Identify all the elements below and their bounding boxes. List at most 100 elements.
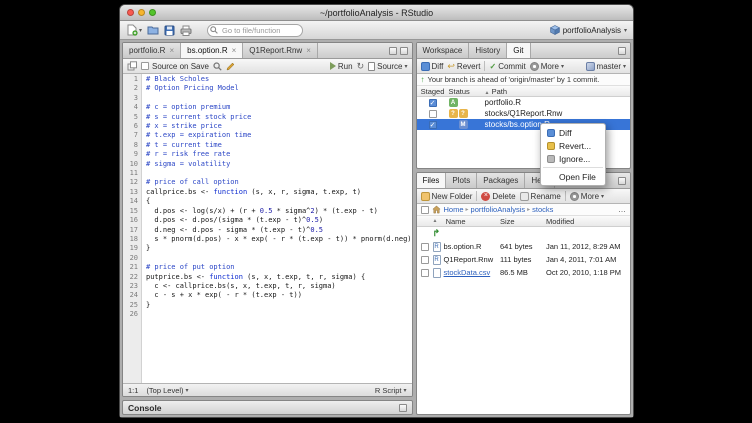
project-dropdown-icon[interactable]: ▾ (624, 27, 627, 34)
toolbar-separator (565, 191, 566, 201)
select-all-checkbox[interactable] (421, 206, 429, 214)
file-name-link[interactable]: stockData.csv (444, 268, 491, 277)
maximize-pane-icon[interactable] (618, 47, 626, 55)
tab-history[interactable]: History (469, 43, 507, 58)
breadcrumb-item[interactable]: stocks (532, 205, 553, 214)
source-tab[interactable]: portfolio.R× (123, 43, 181, 58)
source-button[interactable]: Source ▾ (368, 62, 407, 71)
menu-item-open-file[interactable]: Open File (541, 170, 605, 183)
tab-packages[interactable]: Packages (477, 173, 525, 188)
staged-checkbox[interactable]: ✓ (429, 121, 437, 129)
menu-item-ignore[interactable]: Ignore... (541, 152, 605, 165)
find-icon[interactable] (213, 62, 222, 71)
path-more-button[interactable]: … (618, 205, 626, 214)
maximize-pane-icon[interactable] (618, 177, 626, 185)
branch-name: master (597, 62, 621, 71)
zoom-window-button[interactable] (149, 9, 156, 16)
column-modified[interactable]: Modified (546, 217, 630, 226)
parent-directory-row[interactable]: ↱ (417, 227, 630, 240)
new-file-dropdown-icon[interactable]: ▾ (139, 27, 142, 34)
column-staged[interactable]: Staged (417, 87, 449, 96)
git-file-row[interactable]: ??stocks/Q1Report.Rnw (417, 108, 630, 119)
column-status[interactable]: Status (449, 87, 485, 96)
source-tab[interactable]: Q1Report.Rnw× (243, 43, 318, 58)
commit-button[interactable]: ✓ Commit (489, 62, 525, 71)
file-row[interactable]: Rbs.option.R641 bytesJan 11, 2012, 8:29 … (417, 240, 630, 253)
branch-dropdown-icon[interactable]: ▾ (623, 63, 626, 70)
console-pane-header[interactable]: Console (122, 400, 413, 415)
new-file-button[interactable]: ▾ (126, 24, 142, 36)
file-name-link[interactable]: Q1Report.Rnw (444, 255, 494, 264)
column-size[interactable]: Size (500, 217, 546, 226)
close-window-button[interactable] (127, 9, 134, 16)
breadcrumb-item[interactable]: portfolioAnalysis (471, 205, 526, 214)
file-checkbox[interactable] (421, 269, 429, 277)
files-more-button[interactable]: More ▾ (570, 192, 604, 201)
minimize-pane-icon[interactable] (389, 47, 397, 55)
open-file-button[interactable] (147, 24, 159, 36)
code-tools-icon[interactable] (226, 62, 235, 71)
menu-item-diff[interactable]: Diff (541, 126, 605, 139)
diff-button[interactable]: Diff (421, 62, 444, 71)
branch-selector[interactable]: master ▾ (586, 62, 626, 71)
git-more-button[interactable]: More ▾ (530, 62, 564, 71)
tab-git[interactable]: Git (507, 43, 530, 58)
column-name[interactable]: ▲ Name (433, 217, 500, 226)
goto-file-input[interactable] (207, 24, 303, 37)
file-modified: Jan 4, 2011, 7:01 AM (546, 255, 630, 264)
staged-checkbox[interactable] (429, 110, 437, 118)
file-type-selector[interactable]: R Script ▾ (375, 386, 407, 395)
minimize-window-button[interactable] (138, 9, 145, 16)
staged-checkbox[interactable]: ✓ (429, 99, 437, 107)
rerun-icon[interactable]: ↻ (357, 62, 365, 71)
file-name-link[interactable]: bs.option.R (444, 242, 482, 251)
tab-plots[interactable]: Plots (446, 173, 477, 188)
run-button[interactable]: Run (330, 62, 353, 71)
expand-console-icon[interactable] (399, 404, 407, 412)
popout-icon[interactable] (127, 61, 137, 71)
tab-files[interactable]: Files (417, 173, 447, 188)
ahead-icon: ↑ (421, 75, 425, 84)
path-breadcrumb: Home▸portfolioAnalysis▸stocks … (417, 204, 630, 216)
source-tab[interactable]: bs.option.R× (181, 43, 243, 58)
up-directory-icon[interactable]: ↱ (433, 229, 441, 238)
close-tab-icon[interactable]: × (232, 46, 237, 55)
code-editor[interactable]: 1234567891011121314151617181920212223242… (123, 74, 412, 383)
file-row[interactable]: stockData.csv86.5 MBOct 20, 2010, 1:18 P… (417, 266, 630, 279)
breadcrumb-item[interactable]: Home (444, 205, 464, 214)
window-titlebar[interactable]: ~/portfolioAnalysis - RStudio (120, 5, 633, 21)
git-table-header: Staged Status ▲ Path (417, 86, 630, 97)
print-button[interactable] (180, 25, 192, 36)
run-icon (330, 62, 336, 70)
cursor-position: 1:1 (128, 386, 138, 395)
file-checkbox[interactable] (421, 256, 429, 264)
git-file-row[interactable]: ✓Aportfolio.R (417, 97, 630, 108)
more-dropdown-icon[interactable]: ▾ (561, 63, 564, 70)
close-tab-icon[interactable]: × (169, 46, 174, 55)
new-folder-button[interactable]: New Folder (421, 192, 473, 201)
source-on-save-checkbox[interactable]: Source on Save (141, 62, 209, 71)
project-selector[interactable]: portfolioAnalysis ▾ (550, 25, 627, 35)
goto-file-search[interactable] (207, 24, 303, 37)
git-status-icon: A (449, 98, 458, 107)
file-row[interactable]: RQ1Report.Rnw111 bytesJan 4, 2011, 7:01 … (417, 253, 630, 266)
tab-workspace[interactable]: Workspace (417, 43, 470, 58)
project-name: portfolioAnalysis (563, 26, 621, 35)
source-dropdown-icon[interactable]: ▾ (405, 63, 408, 70)
checkbox-icon[interactable] (141, 62, 149, 70)
files-more-dropdown-icon[interactable]: ▾ (601, 193, 604, 200)
delete-button[interactable]: × Delete (481, 192, 515, 201)
rename-button[interactable]: Rename (520, 192, 561, 201)
column-path[interactable]: ▲ Path (485, 87, 630, 96)
git-status-icon: ? (449, 109, 458, 118)
save-button[interactable] (164, 25, 175, 36)
code-content[interactable]: # Black Scholes# Option Pricing Model # … (142, 74, 412, 383)
file-type-dropdown-icon[interactable]: ▾ (404, 387, 407, 394)
file-checkbox[interactable] (421, 243, 429, 251)
scope-selector[interactable]: (Top Level) ▾ (146, 386, 188, 395)
close-tab-icon[interactable]: × (306, 46, 311, 55)
maximize-pane-icon[interactable] (400, 47, 408, 55)
menu-item-revert[interactable]: Revert... (541, 139, 605, 152)
scope-dropdown-icon[interactable]: ▾ (186, 387, 189, 394)
revert-button[interactable]: ↩ Revert (447, 62, 480, 71)
